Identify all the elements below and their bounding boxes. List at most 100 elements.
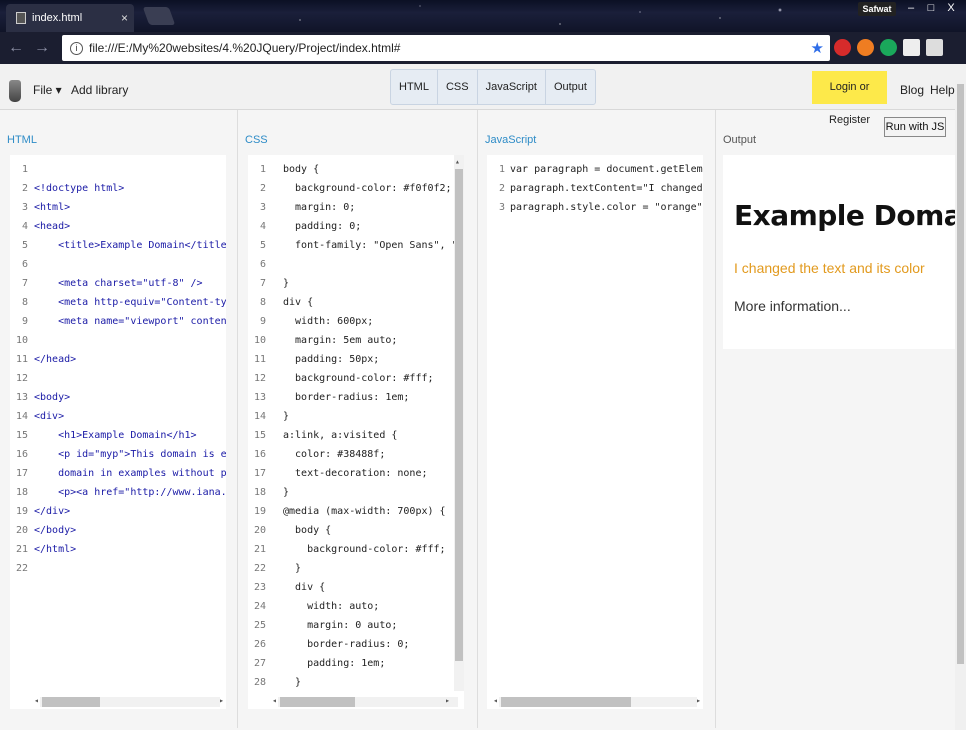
scroll-left-icon[interactable]: ◂ [493,696,498,705]
code-text: border-radius: 0; [283,639,410,650]
code-text: paragraph.style.color = "orange"; [510,202,703,213]
code-line: 15 a:link, a:visited { [248,426,397,445]
browser-tab[interactable]: index.html × [6,4,134,32]
line-number: 18 [253,487,266,498]
file-menu[interactable]: File ▾ [33,83,62,97]
line-number: 8 [21,297,28,308]
code-text: <!doctype html> [34,183,125,194]
scroll-thumb[interactable] [42,697,100,707]
code-text: <meta http-equiv="Content-type" co [58,297,226,308]
extension-off-icon[interactable] [926,39,943,56]
line-number: 9 [259,316,266,327]
tab-output[interactable]: Output [546,70,595,104]
html-horizontal-scrollbar[interactable]: ◂ ▸ [10,691,226,709]
line-number: 7 [21,278,28,289]
line-number: 19 [15,506,28,517]
code-line: 25 margin: 0 auto; [248,616,397,635]
scroll-right-icon[interactable]: ▸ [219,696,224,705]
line-number: 15 [253,430,266,441]
restore-button[interactable]: □ [920,0,942,16]
code-text: a:link, a:visited { [283,430,398,441]
code-line: 23 div { [248,578,325,597]
code-text: div { [283,297,314,308]
tab-html[interactable]: HTML [391,70,438,104]
css-vertical-scrollbar[interactable]: ▴ ▾ [454,155,464,707]
code-line: 4 padding: 0; [248,217,361,236]
output-more-info-link[interactable]: More information... [734,298,851,314]
code-line: 12 background-color: #fff; [248,369,434,388]
line-number: 28 [253,677,266,688]
code-text: color: #38488f; [283,449,386,460]
tab-javascript[interactable]: JavaScript [478,70,546,104]
code-text: padding: 0; [283,221,362,232]
code-line: 21 background-color: #fff; [248,540,446,559]
code-text: <html> [34,202,71,213]
code-line: 11 </head> [10,350,76,369]
login-register-button[interactable]: Login or Register [812,71,887,126]
minimize-button[interactable]: – [900,0,922,16]
code-line: 22 } [248,559,301,578]
code-text: width: auto; [283,601,380,612]
scroll-thumb[interactable] [280,697,355,707]
scroll-thumb[interactable] [455,169,463,661]
line-number: 5 [21,240,28,251]
run-with-js-button[interactable]: Run with JS [884,117,946,137]
forward-arrow-icon[interactable]: → [34,39,50,57]
scroll-up-icon[interactable]: ▴ [455,157,460,166]
code-line: 2 <!doctype html> [10,179,124,198]
code-line: 19 @media (max-width: 700px) { [248,502,446,521]
tab-css[interactable]: CSS [438,70,478,104]
bookmark-star-icon[interactable]: ★ [811,39,824,57]
scroll-thumb[interactable] [501,697,631,707]
code-line: 17 text-decoration: none; [248,464,428,483]
add-library-link[interactable]: Add library [71,83,128,97]
code-line: 11 padding: 50px; [248,350,379,369]
scroll-left-icon[interactable]: ◂ [34,696,39,705]
scroll-left-icon[interactable]: ◂ [272,696,277,705]
line-number: 13 [253,392,266,403]
page-vertical-scrollbar[interactable] [955,80,966,730]
html-editor[interactable]: 22 21 </html> 20 </body> 19 </div> 18 <p><a hre… [10,155,226,709]
line-number: 4 [21,221,28,232]
line-number: 5 [259,240,266,251]
javascript-editor[interactable]: 3 paragraph.style.color = "orange"; 2 parag… [487,155,703,709]
jsfiddle-logo-icon[interactable] [9,80,21,102]
css-horizontal-scrollbar[interactable]: ◂ ▸ [248,691,464,709]
code-line: 8 <meta http-equiv="Content-type" co [10,293,226,312]
line-number: 20 [15,525,28,536]
line-number: 1 [21,164,28,175]
line-number: 12 [253,373,266,384]
code-line: 3 paragraph.style.color = "orange"; [487,198,703,217]
output-heading: Example Domain [734,199,955,232]
code-line: 5 <title>Example Domain</title> [10,236,226,255]
user-profile-badge[interactable]: Safwat [858,2,896,16]
help-link[interactable]: Help [930,83,955,97]
page-scroll-thumb[interactable] [957,84,964,664]
code-text: </div> [34,506,71,517]
code-line: 19 </div> [10,502,70,521]
tab-close-icon[interactable]: × [121,11,128,25]
line-number: 21 [253,544,266,555]
extension-pen-icon[interactable] [903,39,920,56]
line-number: 22 [253,563,266,574]
js-horizontal-scrollbar[interactable]: ◂ ▸ [487,691,703,709]
browser-titlebar: index.html × Safwat – □ X [0,0,966,32]
address-bar[interactable]: i file:///E:/My%20websites/4.%20JQuery/P… [62,35,830,61]
extension-fire-icon[interactable] [857,39,874,56]
line-number: 2 [498,183,505,194]
code-text: var paragraph = document.getElementById( [510,164,703,175]
back-arrow-icon[interactable]: ← [8,39,24,57]
extension-red-icon[interactable] [834,39,851,56]
code-text: margin: 0 auto; [283,620,398,631]
scroll-right-icon[interactable]: ▸ [696,696,701,705]
css-editor[interactable]: 2928 }27 padding: 1em;26 border-radius: … [248,155,464,709]
code-line: 1 body { [248,160,319,179]
info-icon[interactable]: i [70,41,83,55]
code-line: 16 color: #38488f; [248,445,385,464]
blog-link[interactable]: Blog [900,83,924,97]
line-number: 3 [21,202,28,213]
scroll-right-icon[interactable]: ▸ [445,696,450,705]
code-line: 6 [10,255,34,274]
extension-grammarly-icon[interactable] [880,39,897,56]
close-window-button[interactable]: X [940,0,962,16]
